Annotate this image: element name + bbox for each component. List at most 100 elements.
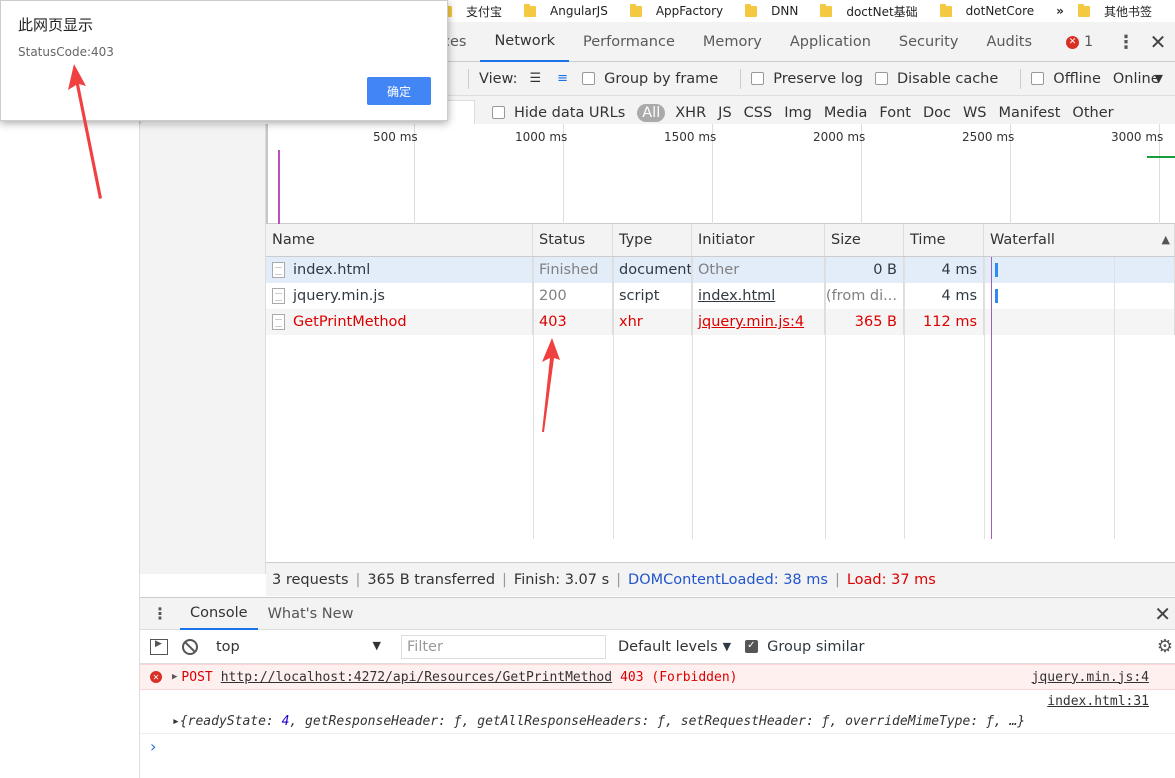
- close-drawer-icon[interactable]: ✕: [1154, 602, 1171, 626]
- divider: [740, 68, 742, 89]
- filter-type-media[interactable]: Media: [824, 105, 868, 121]
- dialog-message: StatusCode:403: [18, 45, 114, 59]
- expand-arrow-icon[interactable]: ▶: [172, 672, 177, 682]
- folder-icon: [629, 3, 642, 17]
- table-row[interactable]: GetPrintMethod 403 xhr jquery.min.js:4 3…: [266, 309, 1175, 335]
- bookmark-item[interactable]: dotNetCore: [939, 3, 1034, 18]
- column-header-time[interactable]: Time: [904, 224, 984, 256]
- console-error-message[interactable]: ✕ ▶ POST http://localhost:4272/api/Resou…: [140, 664, 1175, 690]
- ok-button[interactable]: 确定: [367, 77, 431, 105]
- bookmark-item[interactable]: 支付宝: [440, 3, 502, 20]
- initiator-link[interactable]: index.html: [698, 288, 775, 304]
- chevron-down-icon[interactable]: ▼: [723, 640, 731, 653]
- chevron-down-icon[interactable]: ▼: [1155, 72, 1163, 85]
- tab-memory[interactable]: Memory: [689, 22, 776, 62]
- column-header-status[interactable]: Status: [533, 224, 613, 256]
- view-label: View:: [479, 70, 518, 87]
- error-icon: ✕: [1066, 35, 1080, 49]
- waterfall-bar: [995, 289, 998, 303]
- tab-audits[interactable]: Audits: [972, 22, 1046, 62]
- annotation-arrow: [68, 64, 102, 199]
- annotation-arrow: [542, 338, 560, 432]
- console-filter-input[interactable]: Filter: [401, 634, 606, 659]
- more-options-icon[interactable]: ⋮: [1111, 32, 1141, 53]
- bookmark-other[interactable]: 其他书签: [1077, 3, 1152, 20]
- table-row[interactable]: index.html Finished document Other 0 B 4…: [266, 257, 1175, 283]
- preserve-log-checkbox[interactable]: Preserve log: [751, 71, 863, 87]
- bookmark-item[interactable]: AngularJS: [524, 3, 608, 18]
- folder-icon: [745, 3, 758, 17]
- divider: [468, 68, 469, 89]
- table-row[interactable]: jquery.min.js 200 script index.html (fro…: [266, 283, 1175, 309]
- column-header-name[interactable]: Name: [266, 224, 533, 256]
- network-overview[interactable]: 500 ms 1000 ms 1500 ms 2000 ms 2500 ms 3…: [266, 124, 1175, 224]
- disable-cache-checkbox[interactable]: Disable cache: [874, 71, 998, 87]
- source-link[interactable]: index.html:31: [1047, 694, 1149, 709]
- clear-console-icon[interactable]: [182, 638, 198, 655]
- tab-network[interactable]: Network: [480, 22, 569, 62]
- folder-icon: [524, 3, 537, 17]
- filter-type-ws[interactable]: WS: [963, 105, 987, 121]
- column-header-waterfall[interactable]: Waterfall ▲: [984, 224, 1175, 256]
- overview-marker: [278, 150, 280, 224]
- filter-type-other[interactable]: Other: [1072, 105, 1113, 121]
- tab-performance[interactable]: Performance: [569, 22, 689, 62]
- folder-icon: [1077, 3, 1090, 17]
- initiator-link[interactable]: jquery.min.js:4: [698, 314, 804, 330]
- filter-type-xhr[interactable]: XHR: [675, 105, 706, 121]
- filter-type-js[interactable]: JS: [718, 105, 731, 121]
- list-view-icon[interactable]: ☰: [530, 71, 542, 86]
- tab-whats-new[interactable]: What's New: [258, 598, 364, 630]
- show-sidebar-icon[interactable]: [150, 638, 168, 655]
- overview-tick: 1000 ms: [515, 130, 568, 144]
- close-devtools-icon[interactable]: ✕: [1141, 30, 1175, 54]
- script-file-icon: [272, 288, 285, 304]
- source-link[interactable]: jquery.min.js:4: [1032, 670, 1149, 685]
- throttling-select[interactable]: Online: [1113, 71, 1160, 87]
- console-log-message[interactable]: index.html:31 ▸{readyState: 4, getRespon…: [140, 690, 1175, 734]
- overview-tick: 2500 ms: [962, 130, 1015, 144]
- overview-tick: 500 ms: [373, 130, 418, 144]
- waterfall-view-icon[interactable]: ≡: [557, 71, 568, 86]
- bookmark-item[interactable]: doctNet基础: [820, 3, 918, 20]
- gear-icon[interactable]: ⚙: [1157, 636, 1173, 657]
- error-count-badge[interactable]: ✕ 1: [1066, 34, 1093, 50]
- filter-type-css[interactable]: CSS: [744, 105, 773, 121]
- sort-ascending-icon: ▲: [1161, 233, 1170, 246]
- offline-checkbox[interactable]: Offline: [1031, 71, 1101, 87]
- bookmark-item[interactable]: AppFactory: [629, 3, 723, 18]
- console-drawer: ⋮ Console What's New ✕ top▼ Filter Defau…: [140, 597, 1175, 778]
- xhr-file-icon: [272, 314, 285, 330]
- drawer-menu-icon[interactable]: ⋮: [140, 604, 180, 623]
- console-prompt[interactable]: ›: [140, 734, 1175, 758]
- filter-type-font[interactable]: Font: [879, 105, 911, 121]
- filter-type-img[interactable]: Img: [784, 105, 812, 121]
- table-header: Name Status Type Initiator Size Time Wat…: [266, 224, 1175, 257]
- filter-type-manifest[interactable]: Manifest: [999, 105, 1061, 121]
- dialog-title: 此网页显示: [18, 16, 94, 34]
- hide-data-urls-checkbox[interactable]: Hide data URLs: [492, 105, 625, 121]
- waterfall-bar: [995, 263, 998, 277]
- group-by-frame-checkbox[interactable]: Group by frame: [582, 71, 718, 87]
- column-header-size[interactable]: Size: [825, 224, 904, 256]
- context-select[interactable]: top ▼: [216, 639, 381, 655]
- console-toolbar: top▼ Filter Default levels ▼ Group simil…: [140, 630, 1175, 664]
- log-levels-select[interactable]: Default levels: [618, 639, 718, 655]
- error-icon: ✕: [150, 671, 162, 683]
- bookmark-item[interactable]: DNN: [745, 3, 798, 18]
- bookmarks-more-button[interactable]: »: [1056, 4, 1064, 18]
- tab-security[interactable]: Security: [885, 22, 973, 62]
- filter-all-button[interactable]: All: [637, 103, 666, 122]
- tab-console[interactable]: Console: [180, 598, 258, 630]
- request-url-link[interactable]: http://localhost:4272/api/Resources/GetP…: [221, 670, 612, 685]
- column-header-initiator[interactable]: Initiator: [692, 224, 825, 256]
- chevron-down-icon: ▼: [372, 638, 381, 652]
- folder-icon: [820, 3, 833, 17]
- folder-icon: [939, 3, 952, 17]
- bookmarks-bar: 支付宝 AngularJS AppFactory DNN doctNet基础 d…: [440, 0, 1175, 22]
- group-similar-checkbox[interactable]: Group similar: [745, 639, 864, 655]
- overview-load-line: [1147, 156, 1175, 158]
- column-header-type[interactable]: Type: [613, 224, 692, 256]
- tab-application[interactable]: Application: [776, 22, 885, 62]
- filter-type-doc[interactable]: Doc: [923, 105, 951, 121]
